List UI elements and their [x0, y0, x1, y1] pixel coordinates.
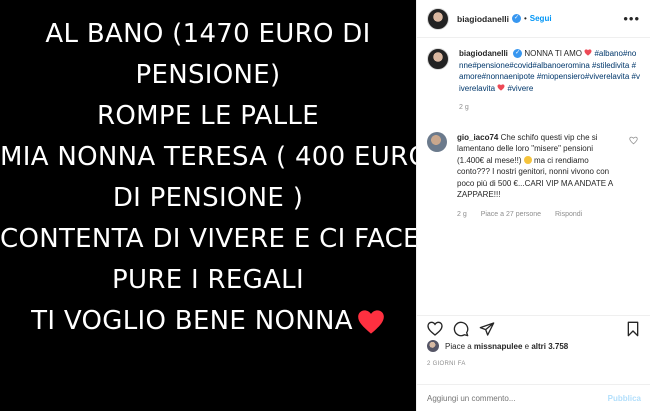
avatar[interactable]: [427, 48, 449, 70]
post-text-line: TI VOGLIO BENE NONNA: [31, 306, 353, 336]
comment-time[interactable]: 2 g: [457, 211, 467, 218]
grinning-emoji-icon: [523, 156, 532, 165]
post-text-line: PENSIONE): [135, 60, 281, 90]
caption: biagiodanelli ✓ NONNA TI AMO #albano#non…: [427, 48, 640, 114]
caption-body: biagiodanelli ✓ NONNA TI AMO #albano#non…: [459, 48, 640, 114]
post-image[interactable]: AL BANO (1470 EURO DI PENSIONE) ROMPE LE…: [0, 0, 455, 411]
bookmark-icon[interactable]: [625, 321, 641, 337]
post-text-line: CONTENTA DI VIVERE E CI FACEVA: [0, 224, 455, 254]
header-username[interactable]: biagiodanelli: [457, 14, 509, 24]
caption-time[interactable]: 2 g: [459, 104, 469, 111]
red-heart-emoji-icon: [584, 49, 592, 56]
post-text-line: PURE I REGALI: [112, 265, 304, 295]
action-bar: [417, 315, 650, 341]
caption-text: NONNA TI AMO: [524, 49, 583, 58]
caption-meta: 2 g: [459, 102, 640, 114]
comment-input[interactable]: [427, 393, 608, 403]
comment-bubble-icon[interactable]: [453, 321, 469, 337]
post-date[interactable]: 2 GIORNI FA: [427, 361, 466, 367]
verified-badge-icon: ✓: [511, 14, 521, 23]
avatar[interactable]: [427, 7, 449, 30]
comment-meta: 2 g Piace a 27 persone Rispondi: [457, 209, 617, 221]
red-heart-emoji-icon: [497, 83, 505, 91]
caption-hashtag-vivere[interactable]: #vivere: [507, 84, 533, 93]
follow-button[interactable]: Segui: [530, 14, 552, 23]
share-send-icon[interactable]: [479, 321, 495, 337]
comment-body: gio_iaco74 Che schifo questi vip che si …: [457, 132, 617, 221]
post-text-line: AL BANO (1470 EURO DI: [45, 19, 371, 49]
more-options-icon[interactable]: •••: [623, 12, 640, 25]
likes-prefix: Piace a: [445, 341, 472, 351]
post-sidebar: biagiodanelli ✓ • Segui ••• biagiodanell…: [416, 0, 650, 411]
red-heart-emoji-icon: [357, 309, 384, 334]
comment-username[interactable]: gio_iaco74: [457, 133, 498, 142]
post-header: biagiodanelli ✓ • Segui •••: [417, 0, 650, 38]
add-comment-bar: Pubblica: [417, 384, 650, 411]
like-comment-heart-icon[interactable]: [629, 136, 638, 145]
avatar[interactable]: [427, 131, 447, 152]
post-text-line: MIA NONNA TERESA ( 400 EURO: [0, 142, 430, 172]
publish-button[interactable]: Pubblica: [608, 394, 641, 403]
likes-user[interactable]: missnapulee: [474, 342, 522, 351]
likes-others[interactable]: altri 3.758: [531, 342, 568, 351]
reply-button[interactable]: Rispondi: [555, 211, 582, 218]
avatar[interactable]: [427, 340, 439, 352]
post-text-line: ROMPE LE PALLE: [97, 101, 319, 131]
likes-middle: e: [524, 341, 530, 351]
post-text-line: DI PENSIONE ): [112, 183, 304, 213]
post-text-last-line: TI VOGLIO BENE NONNA: [0, 301, 416, 342]
verified-badge-icon: ✓: [513, 49, 523, 59]
separator-dot: •: [523, 14, 527, 23]
caption-username[interactable]: biagiodanelli: [459, 49, 508, 58]
comment-item: gio_iaco74 Che schifo questi vip che si …: [427, 131, 640, 221]
like-heart-icon[interactable]: [427, 321, 443, 337]
comments-list: biagiodanelli ✓ NONNA TI AMO #albano#non…: [417, 38, 650, 302]
likes-summary: Piace a missnapulee e altri 3.758: [427, 340, 568, 352]
comment-likes[interactable]: Piace a 27 persone: [481, 211, 541, 218]
